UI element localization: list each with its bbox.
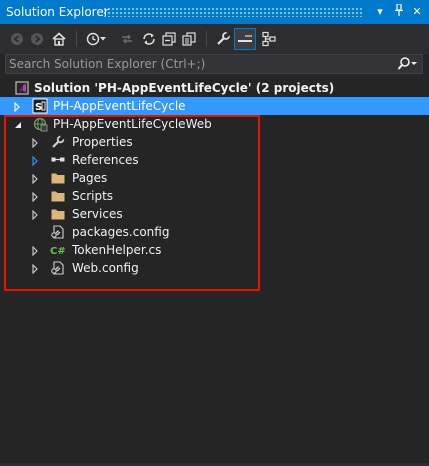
toolbar [0,24,429,54]
close-icon[interactable]: ✕ [409,4,425,20]
home-icon[interactable] [50,30,68,48]
expand-arrow-icon[interactable] [30,173,40,185]
tree-item-references[interactable]: References [0,151,429,169]
window-menu-dropdown-icon[interactable]: ▾ [372,4,388,20]
collapse-all-icon[interactable] [160,30,178,48]
tree-item-label: Properties [72,135,133,149]
expand-arrow-icon[interactable] [30,245,40,257]
title-bar: Solution Explorer ▾ ✕ [0,0,429,24]
properties-icon[interactable] [214,30,232,48]
folder-icon [50,206,66,222]
pin-icon[interactable] [391,3,407,20]
expand-arrow-icon[interactable] [30,155,40,167]
search-input[interactable] [9,56,389,72]
back-icon[interactable] [8,30,26,48]
preview-selected-icon[interactable] [234,28,256,50]
csharp-file-icon: C# [50,242,66,258]
folder-icon [50,170,66,186]
tree-item-scripts[interactable]: Scripts [0,187,429,205]
expand-arrow-icon[interactable] [30,263,40,275]
references-icon [50,152,66,168]
tree-item-label: packages.config [72,225,170,239]
tree-item-web-config[interactable]: Web.config [0,259,429,277]
svg-text:S: S [35,102,42,113]
tree-item-properties[interactable]: Properties [0,133,429,151]
tree-item-services[interactable]: Services [0,205,429,223]
expand-arrow-icon[interactable] [30,209,40,221]
svg-text:C#: C# [50,246,66,257]
search-icon[interactable] [396,56,418,72]
wrench-icon [50,134,66,150]
tree-item-label: PH-AppEventLifeCycle [53,99,186,113]
toolbar-separator [76,31,77,47]
show-all-files-icon[interactable] [180,30,198,48]
tree-item-packages-config[interactable]: packages.config [0,223,429,241]
tree-item-label: References [72,153,139,167]
tree-item-label: PH-AppEventLifeCycleWeb [53,117,212,131]
tree-item-label: Solution 'PH-AppEventLifeCycle' (2 proje… [34,81,335,95]
pending-changes-icon[interactable] [118,30,136,48]
tree-item-tokenhelper[interactable]: C# TokenHelper.cs [0,241,429,259]
expand-arrow-icon[interactable] [30,191,40,203]
search-box[interactable] [5,54,423,74]
web-project-icon [32,116,48,132]
class-view-icon[interactable] [260,30,278,48]
tree-item-label: Services [72,207,123,221]
expand-arrow-icon[interactable] [30,137,40,149]
tree-item-project-app[interactable]: S PH-AppEventLifeCycle [0,97,429,115]
tree-item-label: TokenHelper.cs [72,243,162,257]
config-file-icon [50,260,66,276]
tree-item-label: Pages [72,171,108,185]
folder-icon [50,188,66,204]
tree-item-project-web[interactable]: PH-AppEventLifeCycleWeb [0,115,429,133]
expand-arrow-icon[interactable] [12,101,22,113]
toolbar-separator [206,31,207,47]
title-grip[interactable] [103,7,363,17]
config-file-icon [50,224,66,240]
tree-item-label: Web.config [72,261,139,275]
tree-item-pages[interactable]: Pages [0,169,429,187]
collapse-arrow-icon[interactable] [13,119,23,129]
tree-item-label: Scripts [72,189,114,203]
forward-icon[interactable] [28,30,46,48]
solution-icon [14,80,30,96]
sharepoint-project-icon: S [32,98,48,114]
sync-icon[interactable] [140,30,158,48]
tree-item-solution[interactable]: Solution 'PH-AppEventLifeCycle' (2 proje… [0,79,429,97]
history-dropdown-icon[interactable] [98,30,108,48]
window-title: Solution Explorer [6,5,109,19]
